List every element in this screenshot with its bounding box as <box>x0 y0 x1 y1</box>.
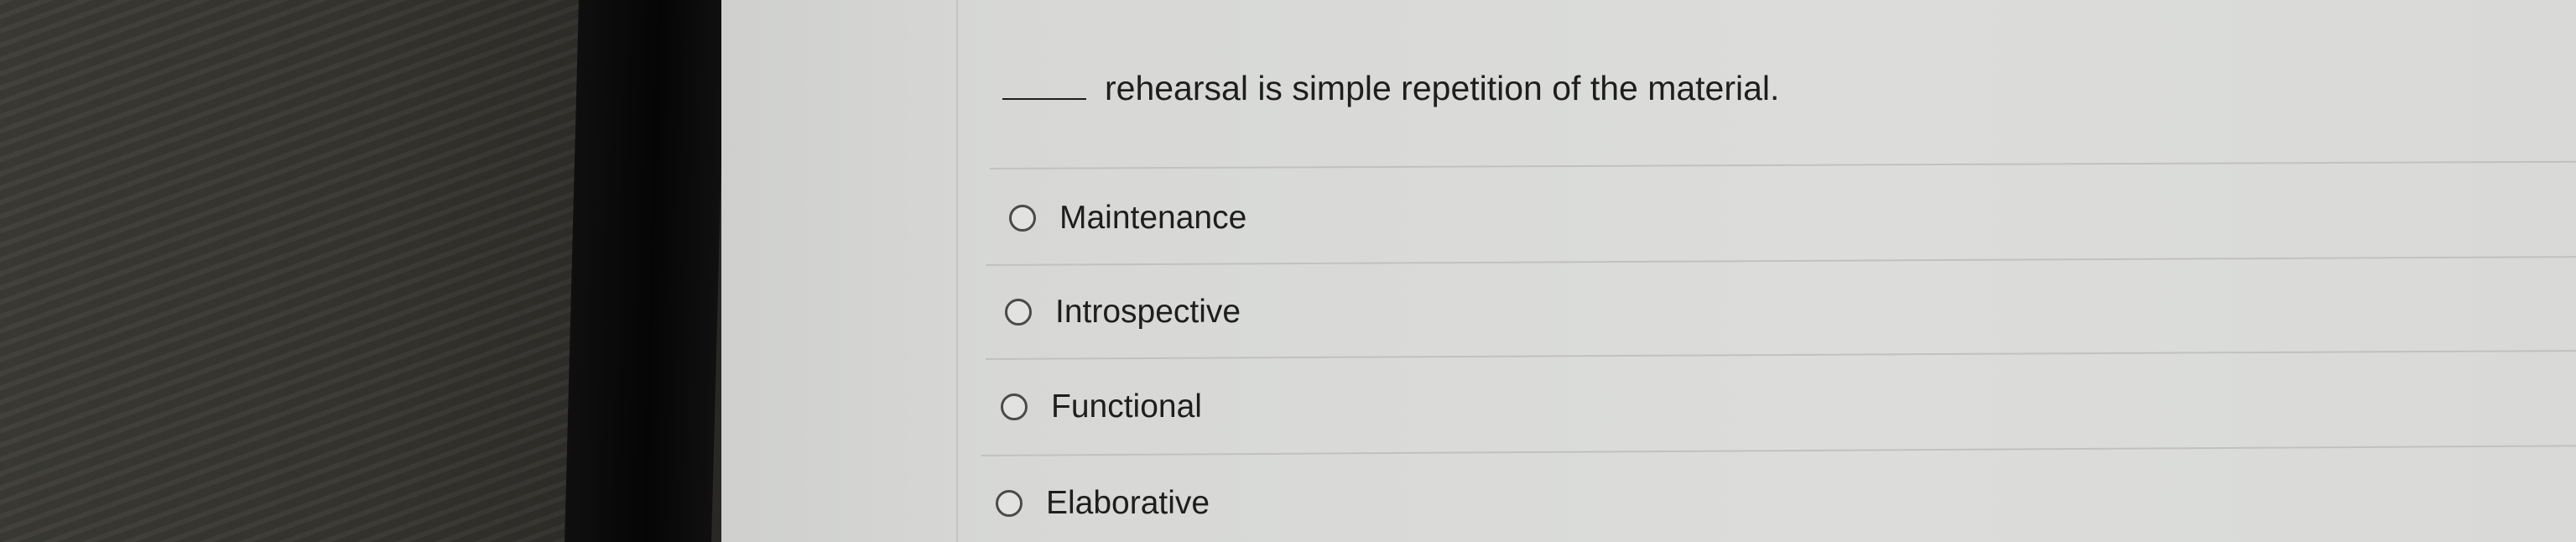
question-text: rehearsal is simple repetition of the ma… <box>1105 69 1780 107</box>
option-functional[interactable]: Functional <box>1001 388 1202 425</box>
option-label: Introspective <box>1055 294 1241 330</box>
option-introspective[interactable]: Introspective <box>1005 294 1241 331</box>
option-elaborative[interactable]: Elaborative <box>996 485 1210 522</box>
desk-surface <box>0 0 637 542</box>
content-panel-edge <box>956 0 958 542</box>
option-label: Functional <box>1051 388 1202 425</box>
option-maintenance[interactable]: Maintenance <box>1009 200 1246 237</box>
radio-button-icon[interactable] <box>1005 299 1032 326</box>
monitor-bezel <box>565 0 726 542</box>
option-label: Maintenance <box>1059 200 1247 236</box>
radio-button-icon[interactable] <box>1009 205 1036 232</box>
fill-in-blank <box>1002 98 1086 100</box>
option-label: Elaborative <box>1046 485 1210 521</box>
radio-button-icon[interactable] <box>1001 393 1028 420</box>
radio-button-icon[interactable] <box>996 490 1023 517</box>
question-prompt: rehearsal is simple repetition of the ma… <box>1002 69 1779 108</box>
